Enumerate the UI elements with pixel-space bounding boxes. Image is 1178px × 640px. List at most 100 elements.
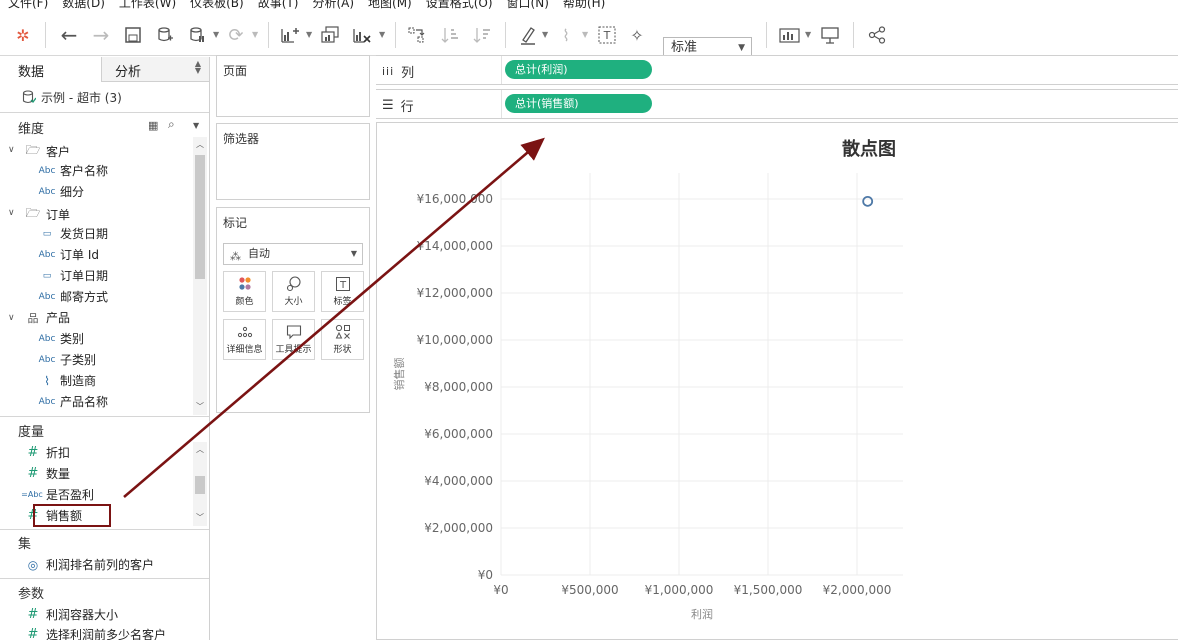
rows-shelf[interactable]: ☰ 行 总计(销售额)	[376, 89, 1178, 119]
share-icon[interactable]	[866, 24, 888, 46]
highlight-pen-icon[interactable]	[517, 24, 539, 46]
y-tick-label: ¥14,000,000	[417, 239, 493, 253]
detail-label: 详细信息	[226, 345, 263, 355]
field-category[interactable]: Abc 类别	[34, 330, 84, 347]
row-pill-sales[interactable]: 总计(销售额)	[505, 94, 652, 113]
datasource-item[interactable]: 示例 - 超市 (3)	[22, 89, 122, 106]
duplicate-sheet-icon[interactable]	[319, 24, 341, 46]
chevron-down-icon[interactable]: ▼	[805, 30, 811, 39]
field-group-product[interactable]: 品产品	[20, 309, 71, 326]
chevron-down-icon[interactable]: ▼	[213, 30, 219, 39]
field-group-order[interactable]: 🗁 订单	[20, 204, 70, 225]
swap-rows-columns-icon[interactable]	[406, 24, 428, 46]
chevron-down-icon[interactable]: ﹀	[193, 512, 207, 523]
refresh-icon[interactable]: ⟳	[225, 24, 247, 46]
pages-card[interactable]: 页面	[216, 55, 370, 117]
redo-icon[interactable]: →	[90, 23, 112, 47]
chevron-down-icon[interactable]: ▼	[193, 121, 199, 130]
menu-map[interactable]: 地图(M)	[368, 0, 412, 10]
menu-file[interactable]: 文件(F)	[8, 0, 48, 10]
show-cards-icon[interactable]	[779, 24, 801, 46]
new-worksheet-icon[interactable]	[279, 24, 301, 46]
detail-button[interactable]: 详细信息	[223, 319, 266, 360]
shape-button[interactable]: 形状	[321, 319, 364, 360]
measures-scrollbar[interactable]: ︿ ﹀	[193, 442, 207, 526]
color-button[interactable]: 颜色	[223, 271, 266, 312]
chevron-down-icon[interactable]: ▼	[542, 30, 548, 39]
columns-shelf[interactable]: iii 列 总计(利润)	[376, 55, 1178, 85]
menu-dashboard[interactable]: 仪表板(B)	[190, 0, 244, 10]
chevron-down-icon[interactable]: ▼	[582, 30, 588, 39]
clear-sheet-icon[interactable]	[351, 24, 373, 46]
field-group-customer[interactable]: 🗁 客户	[20, 141, 70, 162]
viz-area: 散点图 ¥0 ¥500,000 ¥1,000,000 ¥1,500,000 ¥2,000,…	[376, 122, 1178, 640]
field-label: 类别	[60, 332, 85, 346]
chevron-down-icon[interactable]: ▼	[252, 30, 258, 39]
size-button[interactable]: 大小	[272, 271, 315, 312]
field-ship-mode[interactable]: Abc 邮寄方式	[34, 288, 108, 305]
chevron-down-icon[interactable]: ﹀	[193, 401, 207, 412]
marks-title: 标记	[223, 216, 248, 230]
chevron-up-icon[interactable]: ︿	[193, 139, 207, 150]
menu-data[interactable]: 数据(D)	[62, 0, 105, 10]
tableau-logo-icon[interactable]: ✲	[12, 24, 34, 46]
menu-worksheet[interactable]: 工作表(W)	[119, 0, 176, 10]
chevron-up-icon[interactable]: ︿	[193, 444, 207, 455]
menu-story[interactable]: 故事(T)	[258, 0, 299, 10]
sort-ascending-icon[interactable]	[440, 24, 462, 46]
label-button[interactable]: T 标签	[321, 271, 364, 312]
tab-analysis[interactable]: 分析 ▲ ▼	[101, 57, 209, 82]
field-segment[interactable]: Abc 细分	[34, 183, 84, 200]
scroll-thumb[interactable]	[195, 476, 205, 494]
chevron-down-icon[interactable]: ∨	[8, 313, 15, 323]
field-order-date[interactable]: ▭ 订单日期	[34, 267, 108, 284]
x-axis-label: 利润	[691, 607, 713, 621]
field-label: 折扣	[46, 446, 71, 460]
filters-card[interactable]: 筛选器	[216, 123, 370, 200]
paperclip-icon: ⌇	[44, 373, 50, 388]
menu-format[interactable]: 设置格式(O)	[426, 0, 493, 10]
new-datasource-icon[interactable]	[154, 24, 176, 46]
chevron-down-icon[interactable]: ∨	[8, 208, 15, 218]
scroll-thumb[interactable]	[195, 155, 205, 279]
abc-string-icon: Abc	[38, 165, 56, 176]
chevron-down-icon[interactable]: ▼	[306, 30, 312, 39]
pause-updates-icon[interactable]	[186, 24, 208, 46]
field-ship-date[interactable]: ▭ 发货日期	[34, 225, 108, 242]
field-customer-name[interactable]: Abc 客户名称	[34, 162, 108, 179]
tooltip-button[interactable]: 工具提示	[272, 319, 315, 360]
field-is-profitable[interactable]: =Abc 是否盈利	[18, 486, 94, 503]
field-profit-bin-size[interactable]: # 利润容器大小	[20, 606, 118, 623]
undo-icon[interactable]: ←	[58, 23, 80, 47]
tab-data[interactable]: 数据	[0, 57, 101, 82]
field-order-id[interactable]: Abc 订单 Id	[34, 246, 99, 263]
presentation-mode-icon[interactable]	[819, 24, 841, 46]
field-top-customers-set[interactable]: ◎ 利润排名前列的客户	[20, 556, 154, 573]
menu-analysis[interactable]: 分析(A)	[312, 0, 354, 10]
field-quantity[interactable]: # 数量	[20, 465, 70, 482]
save-icon[interactable]	[122, 24, 144, 46]
toolbar-separator	[505, 22, 506, 48]
view-list-icon[interactable]: ▦	[148, 119, 158, 132]
field-product-name[interactable]: Abc 产品名称	[34, 393, 108, 410]
pin-axes-icon[interactable]: ✧	[626, 24, 648, 46]
column-pill-profit[interactable]: 总计(利润)	[505, 60, 652, 79]
number-hash-icon: #	[27, 627, 39, 640]
x-tick-label: ¥1,000,000	[645, 583, 714, 597]
chevron-down-icon[interactable]: ∨	[8, 145, 15, 155]
menu-help[interactable]: 帮助(H)	[563, 0, 605, 10]
field-manufacturer[interactable]: ⌇ 制造商	[34, 372, 96, 389]
dimensions-scrollbar[interactable]: ︿ ﹀	[193, 137, 207, 415]
menu-window[interactable]: 窗口(N)	[507, 0, 549, 10]
group-paperclip-icon[interactable]: ⌇	[555, 24, 577, 46]
abc-string-icon: Abc	[38, 354, 56, 365]
field-discount[interactable]: # 折扣	[20, 444, 70, 461]
field-top-n-customers[interactable]: # 选择利润前多少名客户	[20, 626, 166, 640]
y-tick-label: ¥0	[478, 568, 493, 582]
search-icon[interactable]: ⌕	[168, 117, 175, 132]
marks-type-select[interactable]: ⁂ 自动 ▼	[223, 243, 363, 265]
field-sub-category[interactable]: Abc 子类别	[34, 351, 96, 368]
show-labels-icon[interactable]: T	[596, 24, 618, 46]
sort-descending-icon[interactable]	[472, 24, 494, 46]
chevron-down-icon[interactable]: ▼	[379, 30, 385, 39]
